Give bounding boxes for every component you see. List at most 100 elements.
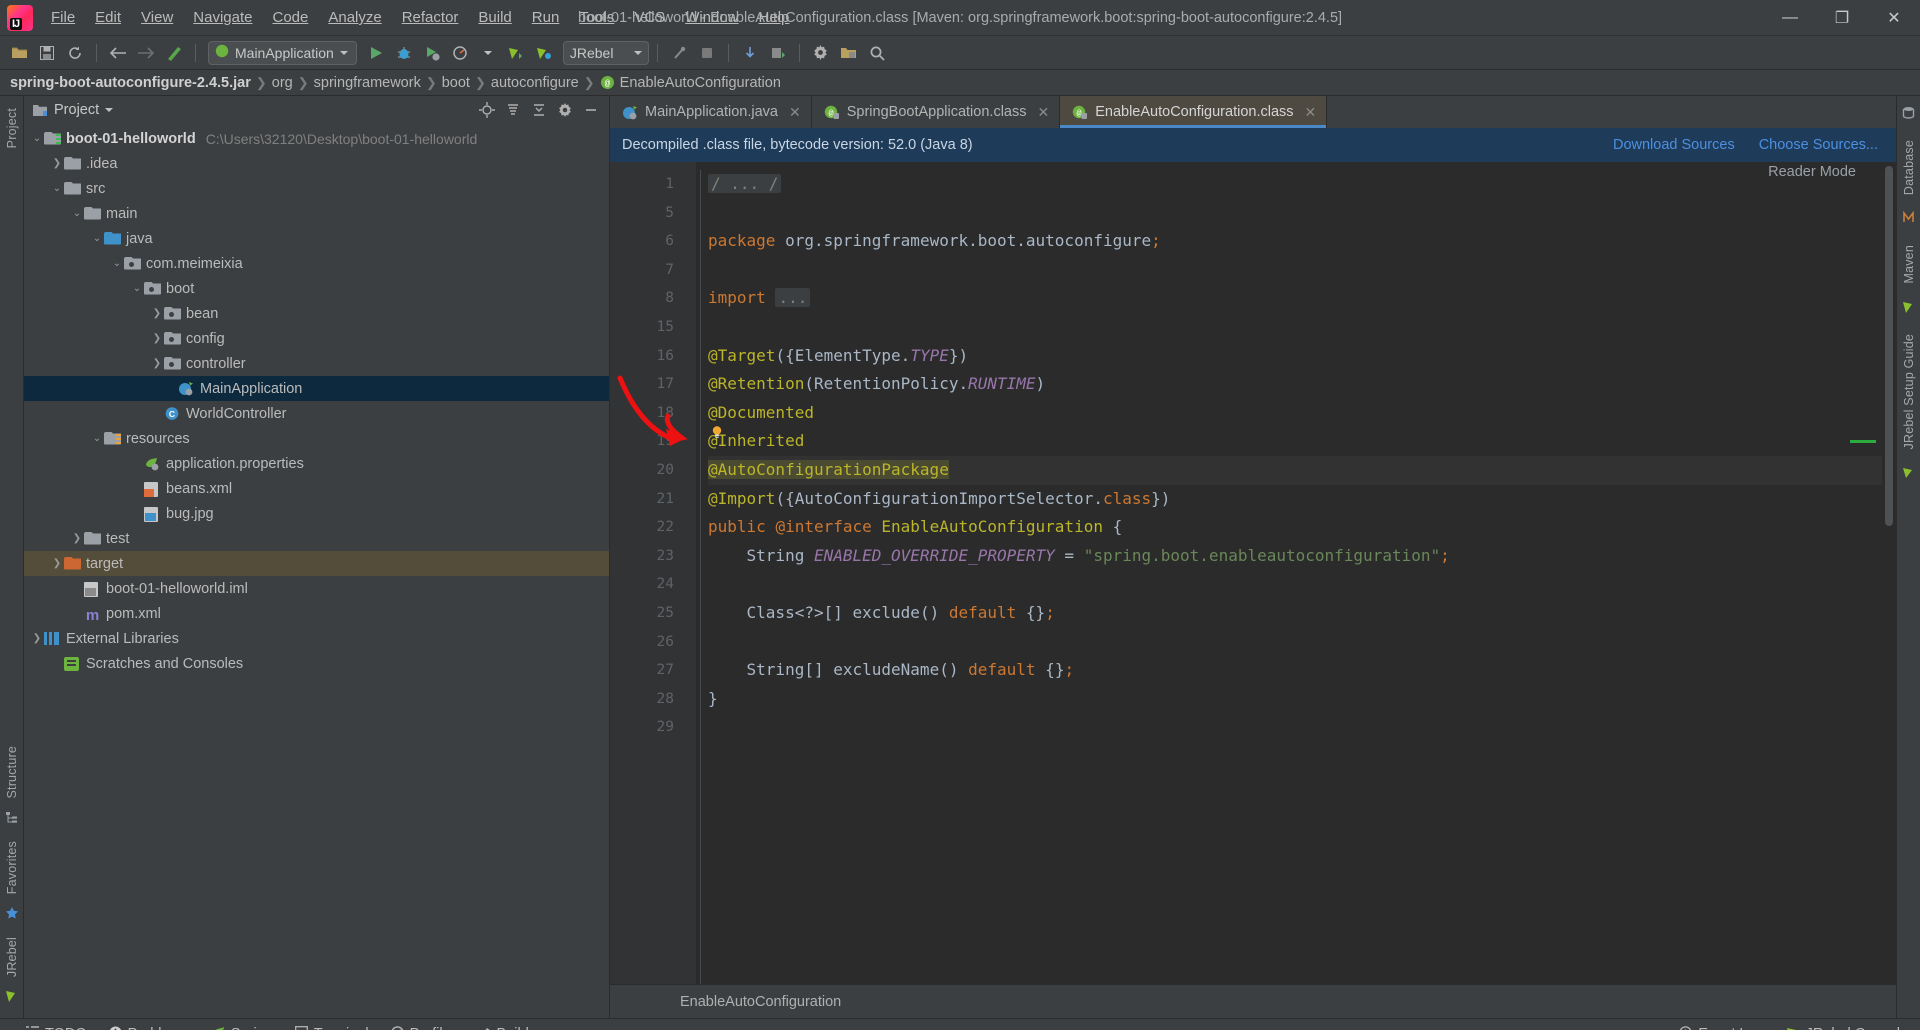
tree-row-package-root[interactable]: ⌄ com.meimeixia: [24, 251, 609, 276]
menu-code[interactable]: Code: [262, 5, 318, 30]
run-configuration-selector[interactable]: MainApplication: [208, 40, 357, 65]
choose-sources-link[interactable]: Choose Sources...: [1759, 137, 1878, 153]
update-project-icon[interactable]: [737, 40, 763, 66]
tree-row-external-libraries[interactable]: ❯ External Libraries: [24, 626, 609, 651]
tree-row-java[interactable]: ⌄ java: [24, 226, 609, 251]
intention-bulb-icon[interactable]: [710, 424, 724, 443]
tree-row-main[interactable]: ⌄ main: [24, 201, 609, 226]
menu-window[interactable]: Window: [675, 5, 748, 30]
stop-icon[interactable]: [694, 40, 720, 66]
chevron-right-icon[interactable]: ❯: [30, 633, 44, 644]
toolwindow-spring[interactable]: Spring: [211, 1026, 273, 1030]
menu-vcs[interactable]: VCS: [624, 5, 675, 30]
editor-scrollbar[interactable]: [1882, 162, 1896, 984]
menu-view[interactable]: View: [131, 5, 183, 30]
maximize-button[interactable]: ❐: [1816, 0, 1868, 36]
tree-row-application-properties[interactable]: application.properties: [24, 451, 609, 476]
minimize-button[interactable]: —: [1764, 0, 1816, 36]
settings-icon[interactable]: [808, 40, 834, 66]
chevron-right-icon[interactable]: ❯: [150, 308, 164, 319]
project-structure-icon[interactable]: [836, 40, 862, 66]
tree-row-bug-jpg[interactable]: bug.jpg: [24, 501, 609, 526]
chevron-down-icon[interactable]: ⌄: [70, 208, 84, 219]
tree-row-main-application[interactable]: MainApplication: [24, 376, 609, 401]
collapse-all-icon[interactable]: [503, 100, 523, 120]
expand-all-icon[interactable]: [529, 100, 549, 120]
menu-edit[interactable]: Edit: [85, 5, 131, 30]
menu-refactor[interactable]: Refactor: [392, 5, 469, 30]
menu-tools[interactable]: Tools: [569, 5, 624, 30]
tab-main-application[interactable]: MainApplication.java ✕: [610, 96, 812, 128]
chevron-right-icon[interactable]: ❯: [50, 558, 64, 569]
breadcrumb-item-autoconfigure[interactable]: autoconfigure: [491, 75, 579, 91]
menu-navigate[interactable]: Navigate: [183, 5, 262, 30]
attach-debugger-icon[interactable]: [666, 40, 692, 66]
toolwindow-terminal[interactable]: Terminal: [294, 1026, 369, 1030]
download-sources-link[interactable]: Download Sources: [1613, 137, 1735, 153]
tree-row-beans-xml[interactable]: beans.xml: [24, 476, 609, 501]
tree-row-scratches[interactable]: Scratches and Consoles: [24, 651, 609, 676]
toolwindow-jrebel-console[interactable]: JRebel Console: [1786, 1026, 1908, 1030]
open-folder-icon[interactable]: [6, 40, 32, 66]
menu-file[interactable]: File: [41, 5, 85, 30]
toolwindow-todo[interactable]: TODO: [26, 1026, 87, 1030]
collapsed-imports[interactable]: ...: [775, 288, 811, 308]
chevron-down-icon[interactable]: ⌄: [90, 233, 104, 244]
tree-row-pom-xml[interactable]: m pom.xml: [24, 601, 609, 626]
menu-run[interactable]: Run: [522, 5, 570, 30]
chevron-right-icon[interactable]: ❯: [70, 533, 84, 544]
rail-item-jrebel[interactable]: JRebel: [5, 931, 19, 983]
tree-row-test[interactable]: ❯ test: [24, 526, 609, 551]
tree-row-package-bean[interactable]: ❯ bean: [24, 301, 609, 326]
gear-icon[interactable]: [555, 100, 575, 120]
tree-row-target[interactable]: ❯ target: [24, 551, 609, 576]
forward-icon[interactable]: [133, 40, 159, 66]
jrebel-debug-icon[interactable]: [531, 40, 557, 66]
collapsed-comment[interactable]: / ... /: [708, 174, 782, 193]
hide-icon[interactable]: [581, 100, 601, 120]
tree-row-src[interactable]: ⌄ src: [24, 176, 609, 201]
menu-help[interactable]: Help: [749, 5, 800, 30]
back-icon[interactable]: [105, 40, 131, 66]
run-coverage-icon[interactable]: [419, 40, 445, 66]
tree-row-package-controller[interactable]: ❯ controller: [24, 351, 609, 376]
scrollbar-thumb[interactable]: [1885, 166, 1893, 526]
commit-icon[interactable]: [765, 40, 791, 66]
chevron-down-icon[interactable]: ⌄: [130, 283, 144, 294]
breadcrumb-item-boot[interactable]: boot: [442, 75, 470, 91]
chevron-right-icon[interactable]: ❯: [150, 358, 164, 369]
toolwindow-problems[interactable]: Problems: [109, 1026, 189, 1030]
profile-icon[interactable]: [447, 40, 473, 66]
tree-row-package-boot[interactable]: ⌄ boot: [24, 276, 609, 301]
tree-row-world-controller[interactable]: C WorldController: [24, 401, 609, 426]
chevron-down-icon[interactable]: ⌄: [90, 433, 104, 444]
chevron-down-icon[interactable]: [475, 40, 501, 66]
jrebel-selector[interactable]: JRebel: [562, 40, 649, 65]
rail-item-maven[interactable]: Maven: [1902, 239, 1916, 290]
chevron-down-icon[interactable]: ⌄: [30, 133, 44, 144]
tree-row-idea[interactable]: ❯ .idea: [24, 151, 609, 176]
tab-spring-boot-application[interactable]: @ SpringBootApplication.class ✕: [812, 96, 1061, 128]
reader-mode-label[interactable]: Reader Mode: [1768, 164, 1856, 180]
search-everywhere-icon[interactable]: [864, 40, 890, 66]
chevron-down-icon[interactable]: [105, 108, 114, 112]
tree-row-package-config[interactable]: ❯ config: [24, 326, 609, 351]
breadcrumb-item-class[interactable]: EnableAutoConfiguration: [620, 75, 781, 91]
tree-row-iml[interactable]: boot-01-helloworld.iml: [24, 576, 609, 601]
rail-item-favorites[interactable]: Favorites: [5, 835, 19, 900]
code-content[interactable]: / ... / package org.springframework.boot…: [696, 162, 1882, 984]
rail-item-database[interactable]: Database: [1902, 134, 1916, 201]
code-editor[interactable]: 1 5 6 7 8 15 16 17 18 19 20 21 22 23 24 …: [610, 162, 1896, 984]
toolwindow-profiler[interactable]: Profiler: [391, 1026, 456, 1030]
chevron-down-icon[interactable]: ⌄: [50, 183, 64, 194]
tab-enable-auto-configuration[interactable]: @ EnableAutoConfiguration.class ✕: [1060, 96, 1328, 128]
close-icon[interactable]: ✕: [1037, 104, 1049, 121]
run-icon[interactable]: [363, 40, 389, 66]
chevron-right-icon[interactable]: ❯: [150, 333, 164, 344]
breadcrumb-item-springframework[interactable]: springframework: [314, 75, 421, 91]
rail-item-jrebel-setup-guide[interactable]: JRebel Setup Guide: [1902, 328, 1916, 455]
close-button[interactable]: ✕: [1868, 0, 1920, 36]
menu-build[interactable]: Build: [468, 5, 521, 30]
toolwindow-build[interactable]: Build: [478, 1026, 529, 1030]
jrebel-run-icon[interactable]: [503, 40, 529, 66]
